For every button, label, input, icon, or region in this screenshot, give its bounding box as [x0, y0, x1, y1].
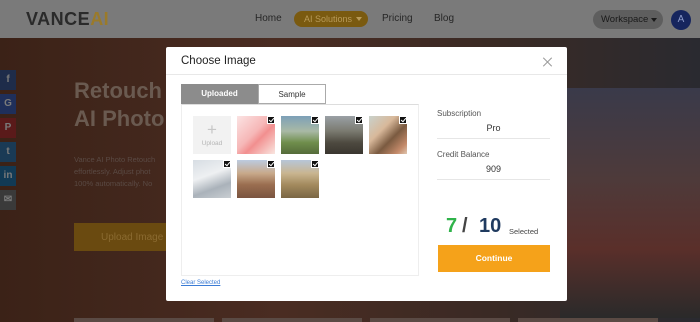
- upload-tile[interactable]: + Upload: [193, 116, 231, 154]
- nav-home[interactable]: Home: [255, 13, 282, 24]
- email-share-icon[interactable]: ✉: [0, 190, 16, 210]
- chevron-down-icon: [356, 17, 362, 21]
- checkbox-checked-icon[interactable]: [267, 116, 275, 124]
- image-thumbnail[interactable]: [325, 116, 363, 154]
- hero-image: [560, 88, 700, 318]
- hero-text-line3: 100% automatically. No: [74, 179, 153, 188]
- twitter-share-icon[interactable]: t: [0, 142, 16, 162]
- divider: [166, 74, 567, 75]
- divider: [437, 179, 550, 180]
- nav-blog[interactable]: Blog: [434, 13, 454, 24]
- image-gallery: + Upload: [181, 104, 419, 276]
- checkbox-checked-icon[interactable]: [355, 116, 363, 124]
- divider: [74, 318, 214, 322]
- divider: [222, 318, 362, 322]
- divider: [518, 318, 658, 322]
- checkbox-checked-icon[interactable]: [399, 116, 407, 124]
- top-navbar: VANCEAI Home AI Solutions Pricing Blog W…: [0, 0, 700, 38]
- avatar[interactable]: A: [671, 10, 691, 30]
- subscription-label: Subscription: [437, 109, 482, 118]
- upload-tile-label: Upload: [201, 140, 223, 147]
- plus-icon: +: [207, 120, 217, 139]
- image-thumbnail[interactable]: [369, 116, 407, 154]
- credit-balance-label: Credit Balance: [437, 150, 490, 159]
- nav-pricing[interactable]: Pricing: [382, 13, 413, 24]
- image-thumbnail[interactable]: [281, 160, 319, 198]
- checkbox-checked-icon[interactable]: [311, 160, 319, 168]
- chevron-down-icon: [651, 18, 657, 22]
- hero-text-line2: effortlessly. Adjust phot: [74, 167, 151, 176]
- choose-image-modal: Choose Image Uploaded Sample + Upload Cl…: [166, 47, 567, 301]
- image-thumbnail[interactable]: [237, 116, 275, 154]
- divider: [437, 138, 550, 139]
- nav-ai-solutions[interactable]: AI Solutions: [294, 11, 368, 27]
- checkbox-checked-icon[interactable]: [223, 160, 231, 168]
- subscription-value: Pro: [486, 123, 501, 133]
- facebook-share-icon[interactable]: f: [0, 70, 16, 90]
- google-share-icon[interactable]: G: [0, 94, 16, 114]
- credit-balance-value: 909: [485, 164, 502, 174]
- modal-title: Choose Image: [181, 55, 256, 67]
- brand-logo[interactable]: VANCEAI: [26, 9, 109, 30]
- hero-title-line1: Retouch: [74, 78, 162, 103]
- continue-button[interactable]: Continue: [438, 245, 550, 272]
- hero-title-line2: AI Photo: [74, 106, 165, 131]
- clear-selected-link[interactable]: Clear Selected: [181, 280, 220, 286]
- upload-image-button[interactable]: Upload Image: [74, 223, 174, 251]
- close-icon[interactable]: [542, 56, 553, 67]
- workspace-dropdown[interactable]: Workspace: [593, 10, 663, 29]
- image-thumbnail[interactable]: [281, 116, 319, 154]
- divider: [370, 318, 510, 322]
- selected-label: Selected: [509, 227, 539, 236]
- total-count: 10: [479, 215, 502, 237]
- tab-sample[interactable]: Sample: [258, 84, 326, 104]
- selected-count: 7: [446, 215, 458, 237]
- tab-uploaded[interactable]: Uploaded: [181, 84, 258, 104]
- pinterest-share-icon[interactable]: P: [0, 118, 16, 138]
- hero-text-line1: Vance AI Photo Retouch: [74, 155, 156, 164]
- image-thumbnail[interactable]: [193, 160, 231, 198]
- image-thumbnail[interactable]: [237, 160, 275, 198]
- checkbox-checked-icon[interactable]: [267, 160, 275, 168]
- checkbox-checked-icon[interactable]: [311, 116, 319, 124]
- count-separator: /: [462, 215, 468, 237]
- linkedin-share-icon[interactable]: in: [0, 166, 16, 186]
